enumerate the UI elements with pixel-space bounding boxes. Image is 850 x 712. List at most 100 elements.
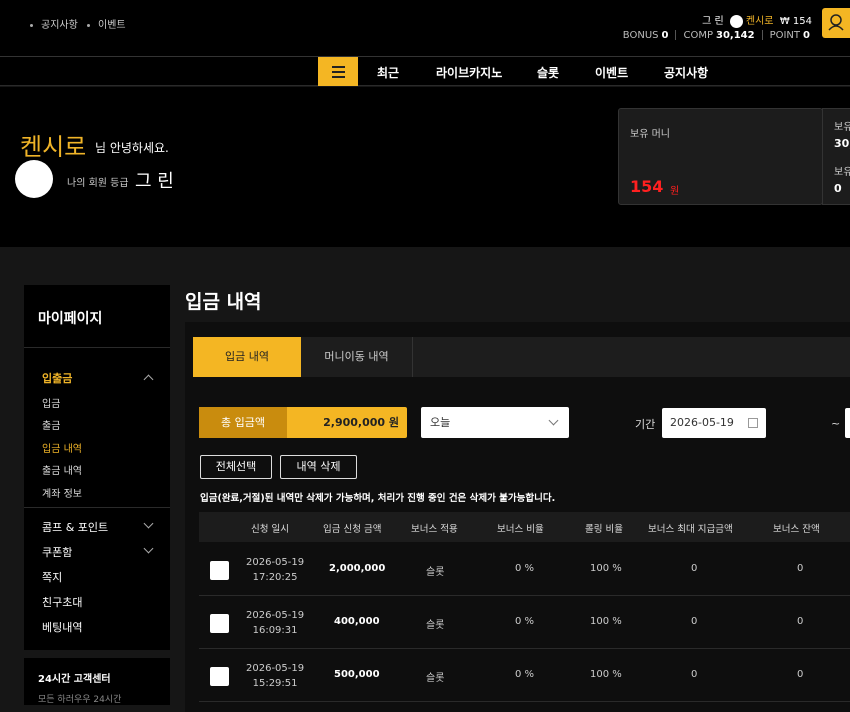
- bonus-label: BONUS: [622, 30, 659, 41]
- sidebar-item-invite[interactable]: 친구초대: [42, 594, 82, 610]
- col-date: 신청 일시: [251, 524, 289, 535]
- money-card: 보유 머니 154 원: [618, 108, 823, 205]
- sidebar-item-comp-point[interactable]: 콤프 & 포인트: [42, 519, 108, 535]
- user-balance: ₩ 154: [779, 16, 812, 27]
- money-unit: 원: [670, 186, 680, 197]
- range-select[interactable]: 오늘: [421, 407, 569, 438]
- notice-link[interactable]: 공지사항: [30, 16, 78, 31]
- col-bonus-max: 보너스 최대 지급금액: [648, 524, 733, 535]
- row-date: 2026-05-19: [246, 557, 305, 568]
- bonus-value: 0: [661, 30, 669, 41]
- card2-label: 보유: [834, 122, 850, 133]
- row-bonus-max: 0: [691, 616, 698, 627]
- row-date: 2026-05-19: [246, 610, 305, 621]
- sidebar-title: 마이페이지: [38, 311, 103, 327]
- sidebar-item-message[interactable]: 쪽지: [42, 569, 62, 585]
- sidebar-item-betting[interactable]: 베팅내역: [42, 619, 82, 635]
- row-bonus-ratio: 0 %: [515, 616, 535, 627]
- table-row: 2026-05-19 15:29:51 500,000 슬롯 0 % 100 % …: [199, 649, 850, 702]
- grade-badge-icon: [729, 14, 743, 28]
- total-deposit-label: 총 입금액: [199, 407, 287, 438]
- row-checkbox[interactable]: [210, 614, 229, 633]
- chevron-up-icon[interactable]: [143, 374, 154, 385]
- range-select-value: 오늘: [430, 416, 451, 429]
- period-label: 기간: [635, 418, 656, 431]
- sidebar-item-withdraw[interactable]: 출금: [42, 417, 60, 432]
- sidebar-item-coupon[interactable]: 쿠폰함: [42, 544, 72, 560]
- row-checkbox[interactable]: [210, 561, 229, 580]
- row-time: 15:29:51: [252, 678, 298, 689]
- sidebar-section-deposit[interactable]: 입출금: [42, 370, 72, 386]
- points-card: 보유 30, 보유 0: [822, 108, 850, 205]
- chevron-down-icon[interactable]: [143, 543, 154, 554]
- row-bonus: 슬롯: [426, 620, 445, 631]
- event-link[interactable]: 이벤트: [87, 16, 126, 31]
- row-amount: 2,000,000: [329, 563, 386, 574]
- chevron-down-icon: [548, 415, 559, 426]
- col-rolling-ratio: 롤링 비율: [585, 524, 623, 535]
- nav-slot[interactable]: 슬롯: [537, 64, 559, 81]
- sidebar-item-deposit-history[interactable]: 입금 내역: [42, 440, 82, 455]
- hero-greeting: 님 안녕하세요.: [95, 141, 169, 155]
- member-level: 그 린: [135, 171, 174, 192]
- row-bonus-remain: 0: [797, 616, 804, 627]
- nav-recent[interactable]: 최근: [377, 64, 399, 81]
- support-sub: 모든 하러우우 24시간: [38, 695, 122, 705]
- sidebar-item-withdraw-history[interactable]: 출금 내역: [42, 462, 82, 477]
- bullet-icon: [30, 23, 33, 27]
- col-amount: 입금 신청 금액: [323, 524, 382, 535]
- user-nickname: 켄시로: [745, 16, 774, 27]
- row-bonus-remain: 0: [797, 563, 804, 574]
- card2-label: 보유: [834, 167, 850, 178]
- select-all-button[interactable]: 전체선택: [200, 455, 272, 479]
- sidebar-item-account[interactable]: 계좌 정보: [42, 485, 82, 500]
- row-date: 2026-05-19: [246, 663, 305, 674]
- divider: [675, 30, 677, 40]
- delete-history-button[interactable]: 내역 삭제: [280, 455, 357, 479]
- row-rolling-ratio: 100 %: [590, 616, 622, 627]
- row-datetime: 2026-05-19 16:09:31: [246, 608, 304, 638]
- date-to-input[interactable]: [845, 408, 850, 438]
- table-header: 신청 일시 입금 신청 금액 보너스 적용 보너스 비율 롤링 비율 보너스 최…: [199, 512, 850, 542]
- support-title: 24시간 고객센터: [38, 674, 111, 685]
- comp-label: COMP: [683, 30, 713, 41]
- account-button[interactable]: [822, 8, 850, 38]
- sidebar-item-deposit[interactable]: 입금: [42, 395, 60, 410]
- date-from-input[interactable]: 2026-05-19: [662, 408, 766, 438]
- row-bonus-max: 0: [691, 563, 698, 574]
- comp-value: 30,142: [715, 30, 755, 41]
- point-label: POINT: [769, 30, 801, 41]
- nav-event[interactable]: 이벤트: [595, 64, 628, 81]
- chevron-down-icon[interactable]: [143, 518, 154, 529]
- tab-deposit-history[interactable]: 입금 내역: [193, 337, 301, 377]
- profile-hero: 켄시로 님 안녕하세요. 나의 회원 등급 그 린 보유 머니 154 원 보유…: [0, 87, 850, 247]
- row-rolling-ratio: 100 %: [590, 669, 622, 680]
- row-checkbox[interactable]: [210, 667, 229, 686]
- nav-live-casino[interactable]: 라이브카지노: [436, 64, 502, 81]
- sidebar: 마이페이지 입출금 입금 출금 입금 내역 출금 내역 계좌 정보 콤프 & 포…: [24, 285, 170, 705]
- row-datetime: 2026-05-19 17:20:25: [246, 555, 304, 585]
- divider: [24, 650, 170, 658]
- top-bar: 공지사항 이벤트 그 린 켄시로 ₩ 154 BONUS 0 COMP 30,142 P…: [0, 0, 850, 56]
- nav-notice[interactable]: 공지사항: [664, 64, 708, 81]
- main-nav: 최근 라이브카지노 슬롯 이벤트 공지사항: [0, 56, 850, 86]
- event-link-label: 이벤트: [98, 20, 126, 31]
- row-bonus-ratio: 0 %: [515, 669, 535, 680]
- row-bonus-ratio: 0 %: [515, 563, 535, 574]
- row-time: 16:09:31: [252, 625, 298, 636]
- tab-bar: 입금 내역 머니이동 내역: [193, 337, 850, 377]
- card2-value: 0: [834, 182, 842, 195]
- notice-link-label: 공지사항: [41, 20, 78, 31]
- calendar-icon[interactable]: [748, 418, 758, 428]
- money-label: 보유 머니: [630, 129, 670, 140]
- user-icon: [828, 14, 844, 31]
- user-stats: BONUS 0 COMP 30,142 POINT 0: [623, 30, 810, 41]
- menu-button[interactable]: [318, 57, 358, 86]
- row-bonus-max: 0: [691, 669, 698, 680]
- row-datetime: 2026-05-19 15:29:51: [246, 661, 304, 691]
- tab-money-transfer[interactable]: 머니이동 내역: [301, 337, 413, 377]
- col-bonus-remain: 보너스 잔액: [773, 524, 820, 535]
- row-bonus: 슬롯: [426, 567, 445, 578]
- hamburger-icon: [332, 66, 345, 68]
- divider: [24, 507, 170, 508]
